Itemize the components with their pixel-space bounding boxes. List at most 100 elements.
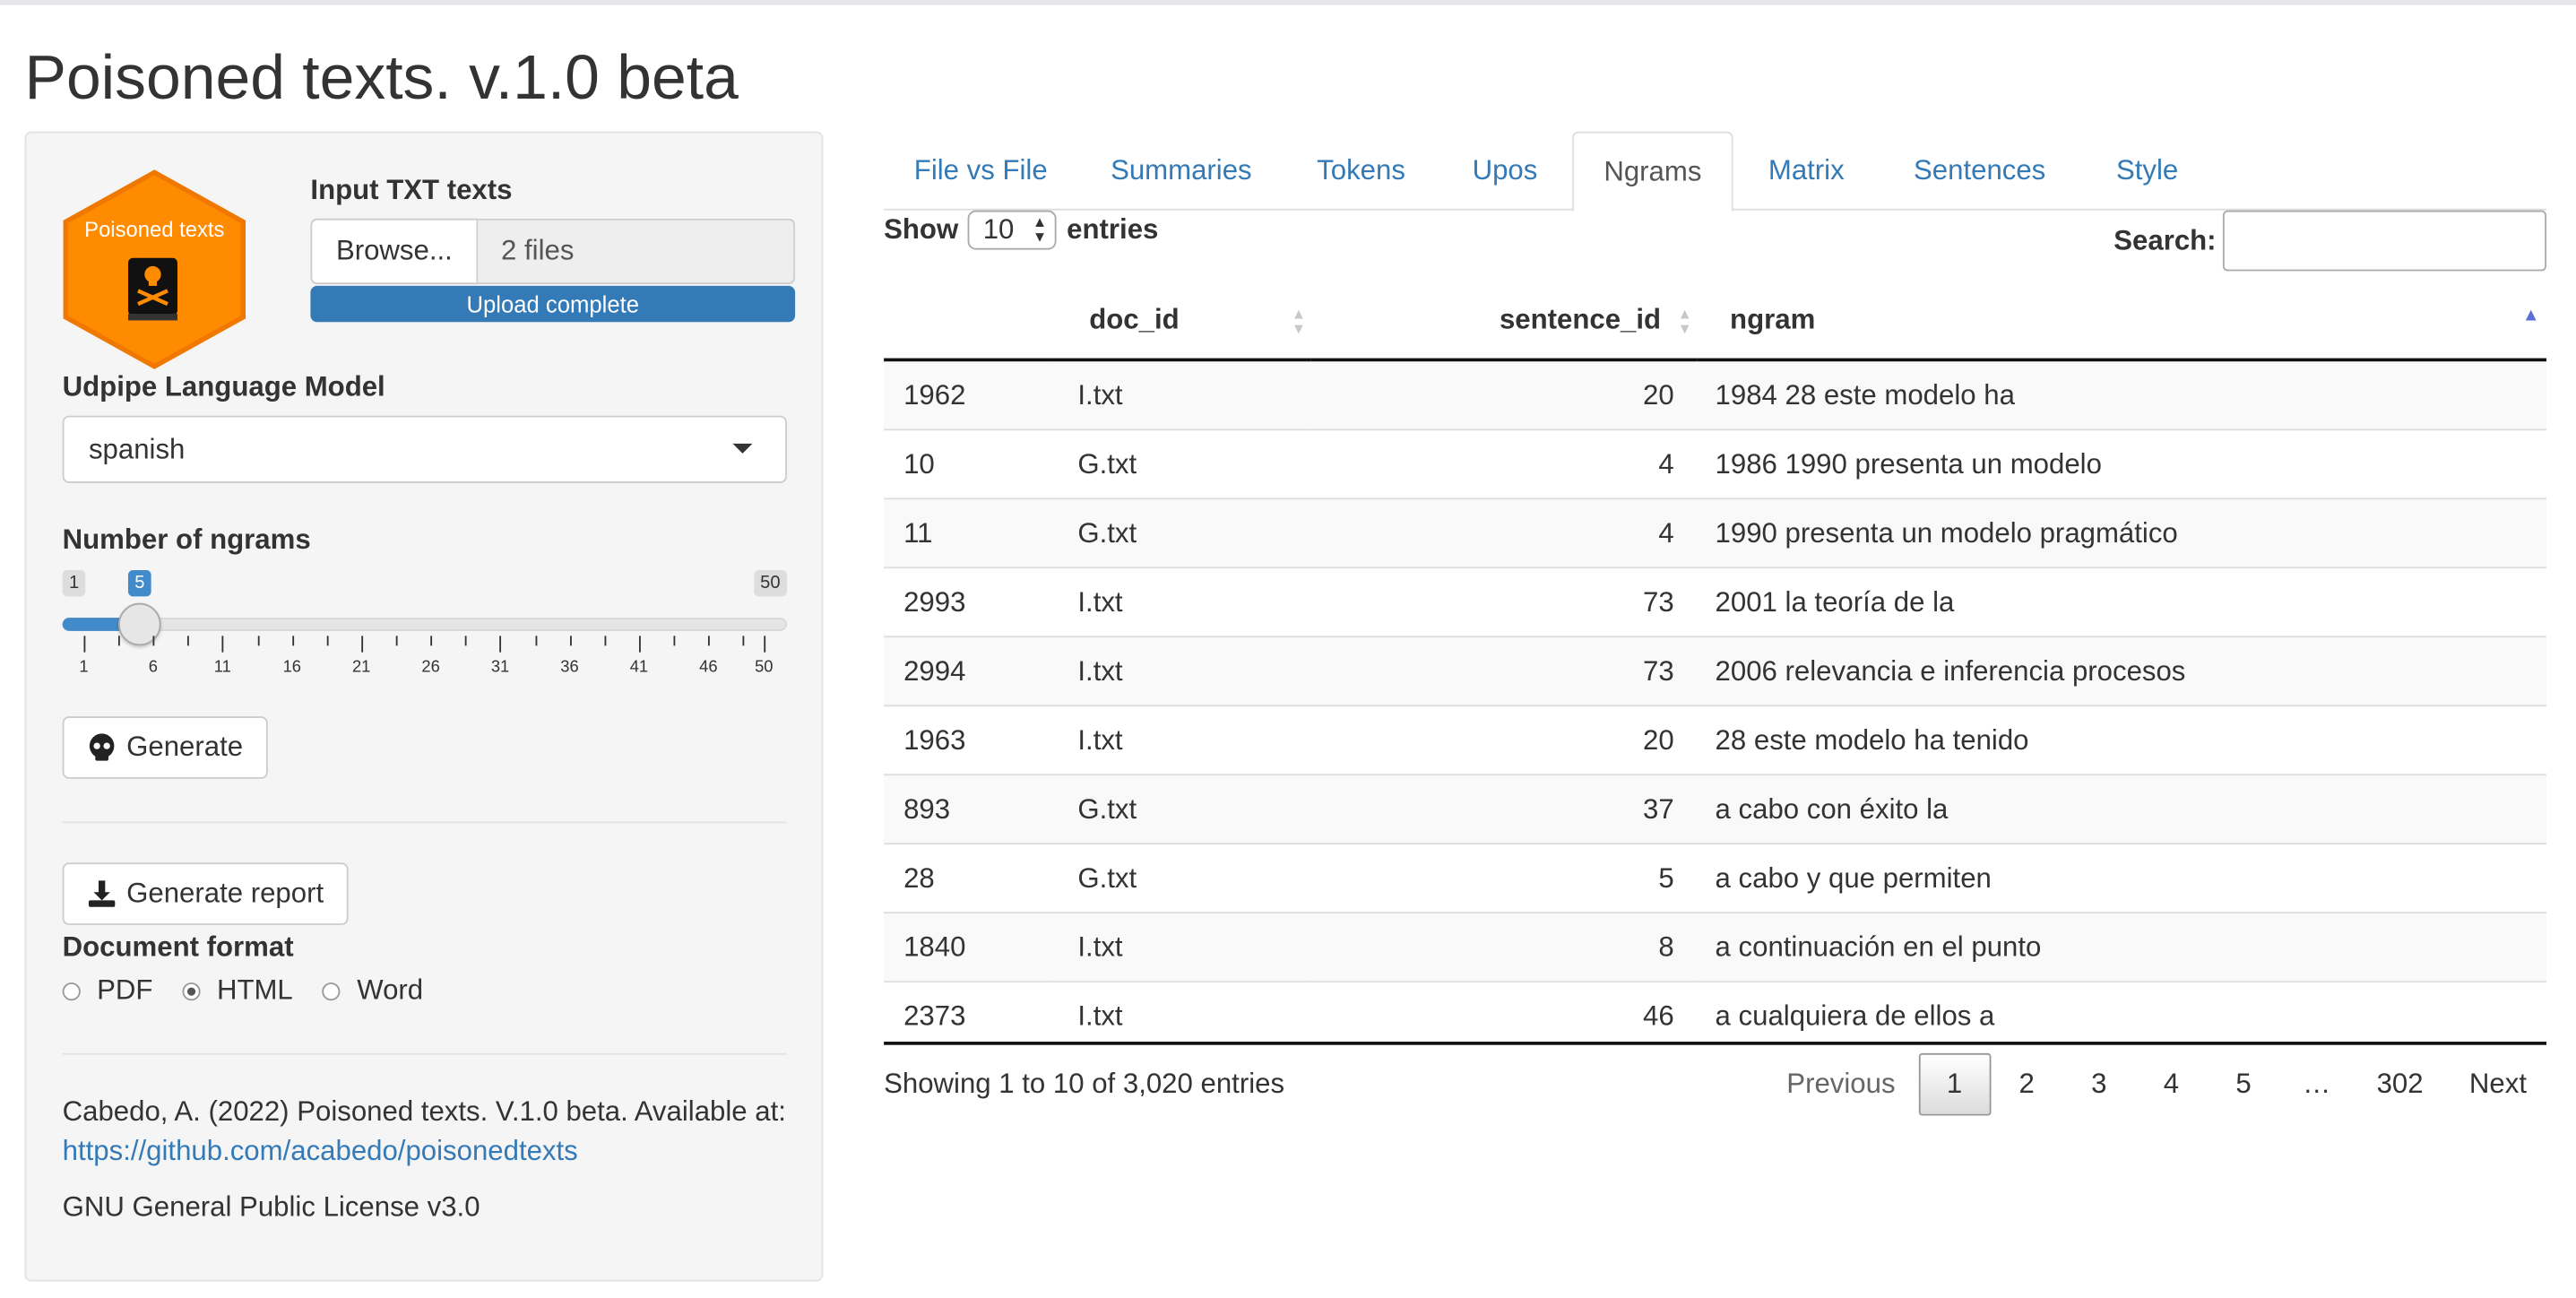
cell-ngram: 28 este modelo ha tenido <box>1697 705 2546 775</box>
table-row[interactable]: 2993 I.txt 73 2001 la teoría de la <box>884 567 2546 637</box>
slider-tick-label: 21 <box>351 658 371 678</box>
table-row[interactable]: 1963 I.txt 20 28 este modelo ha tenido <box>884 705 2546 775</box>
table-row[interactable]: 1962 I.txt 20 1984 28 este modelo ha <box>884 359 2546 430</box>
slider-tick <box>764 636 766 653</box>
entries-label: entries <box>1067 213 1159 246</box>
document-format-label: Document format <box>62 931 294 964</box>
table-body: 1962 I.txt 20 1984 28 este modelo ha 10 G.txt… <box>884 359 2546 1051</box>
slider-tick <box>83 636 86 653</box>
pagination-next[interactable]: Next <box>2446 1053 2549 1116</box>
cell-index: 1963 <box>884 705 1052 775</box>
table-row[interactable]: 893 G.txt 37 a cabo con éxito la <box>884 774 2546 844</box>
cell-sentence-id: 4 <box>1310 498 1698 568</box>
slider-tick <box>291 636 294 646</box>
table-info: Showing 1 to 10 of 3,020 entries <box>884 1068 1285 1100</box>
tab-upos[interactable]: Upos <box>1438 132 1572 211</box>
pagination-page-2[interactable]: 2 <box>1991 1053 2063 1116</box>
slider-max-label: 50 <box>753 570 787 597</box>
tab-matrix[interactable]: Matrix <box>1733 132 1880 211</box>
cell-ngram: 1986 1990 presenta un modelo <box>1697 428 2546 499</box>
cell-index: 1962 <box>884 359 1052 430</box>
slider-track[interactable] <box>62 618 787 631</box>
language-model-value: spanish <box>88 432 186 464</box>
tab-tokens[interactable]: Tokens <box>1284 132 1437 211</box>
cell-doc-id: I.txt <box>1051 705 1311 775</box>
slider-tick <box>430 636 433 646</box>
divider <box>62 821 787 824</box>
tab-style[interactable]: Style <box>2079 132 2214 211</box>
slider-tick-label: 11 <box>213 658 231 678</box>
search-input[interactable] <box>2222 210 2546 272</box>
ngrams-slider[interactable]: 1 5 50 1 6 11 16 21 26 31 36 41 46 50 <box>62 567 787 681</box>
pagination-page-3[interactable]: 3 <box>2062 1053 2135 1116</box>
slider-tick-label: 6 <box>148 658 158 678</box>
radio-word[interactable]: Word <box>322 974 424 1008</box>
radio-circle[interactable] <box>62 982 81 1000</box>
sidebar-panel: Poisoned texts Input TXT texts Browse...… <box>24 131 824 1282</box>
slider-tick <box>708 636 711 646</box>
cell-index: 893 <box>884 774 1052 844</box>
table-row[interactable]: 2373 I.txt 46 a cualquiera de ellos a <box>884 981 2546 1051</box>
slider-tick-label: 36 <box>560 658 579 678</box>
column-header-index[interactable] <box>884 282 1052 362</box>
table-bottom-border <box>884 1042 2546 1045</box>
radio-pdf[interactable]: PDF <box>62 974 153 1008</box>
document-format-radios: PDF HTML Word <box>62 974 424 1008</box>
model-label: Udpipe Language Model <box>62 371 385 403</box>
tab-bar: File vs File Summaries Tokens Upos Ngram… <box>884 131 2546 212</box>
slider-tick-label: 31 <box>490 658 510 678</box>
radio-circle-checked[interactable] <box>182 982 201 1000</box>
column-header-doc-id[interactable]: doc_id ▲ ▼ <box>1051 282 1311 362</box>
generate-report-button[interactable]: Generate report <box>62 862 349 925</box>
tab-file-vs-file[interactable]: File vs File <box>884 132 1077 211</box>
cell-index: 2993 <box>884 567 1052 637</box>
tab-sentences[interactable]: Sentences <box>1880 132 2080 211</box>
column-header-sentence-id[interactable]: sentence_id ▲ ▼ <box>1310 282 1698 362</box>
table-row[interactable]: 28 G.txt 5 a cabo y que permiten <box>884 843 2546 913</box>
pagination-previous[interactable]: Previous <box>1764 1053 1919 1116</box>
cell-sentence-id: 73 <box>1310 567 1698 637</box>
pagination-page-302[interactable]: 302 <box>2354 1053 2446 1116</box>
slider-tick <box>569 636 572 646</box>
slider-tick <box>152 636 155 646</box>
column-header-ngram[interactable]: ngram ▲ <box>1697 282 2546 362</box>
slider-tick <box>500 636 502 653</box>
upload-label: Input TXT texts <box>310 174 513 206</box>
radio-word-label: Word <box>357 974 424 1006</box>
slider-min-label: 1 <box>62 570 86 597</box>
cell-index: 10 <box>884 428 1052 499</box>
table-row[interactable]: 1840 I.txt 8 a continuación en el punto <box>884 912 2546 982</box>
pagination-page-1[interactable]: 1 <box>1918 1052 1991 1116</box>
pagination-page-4[interactable]: 4 <box>2135 1053 2208 1116</box>
updown-icon: ▲ ▼ <box>1032 213 1048 246</box>
slider-tick <box>465 636 468 646</box>
radio-pdf-label: PDF <box>97 974 153 1006</box>
page-length-control: Show 10 ▲ ▼ entries <box>884 210 1159 250</box>
column-header-index-label <box>884 304 903 335</box>
slider-value-label: 5 <box>127 570 151 597</box>
upload-progress-bar: Upload complete <box>310 285 796 323</box>
generate-button[interactable]: Generate <box>62 716 268 779</box>
language-model-select[interactable]: spanish <box>62 415 787 483</box>
browse-button[interactable]: Browse... <box>310 218 479 285</box>
page-length-select[interactable]: 10 ▲ ▼ <box>968 210 1058 250</box>
table-row[interactable]: 11 G.txt 4 1990 presenta un modelo pragmáti… <box>884 498 2546 568</box>
cell-doc-id: I.txt <box>1051 981 1311 1051</box>
pagination-page-5[interactable]: 5 <box>2208 1053 2280 1116</box>
generate-button-label: Generate <box>126 731 244 763</box>
radio-circle[interactable] <box>322 982 341 1000</box>
table-row[interactable]: 10 G.txt 4 1986 1990 presenta un modelo <box>884 428 2546 499</box>
slider-tick <box>604 636 607 646</box>
slider-tick-label: 50 <box>755 658 774 678</box>
radio-html[interactable]: HTML <box>182 974 293 1008</box>
cell-doc-id: G.txt <box>1051 774 1311 844</box>
cell-sentence-id: 5 <box>1310 843 1698 913</box>
table-row[interactable]: 2994 I.txt 73 2006 relevancia e inferencia … <box>884 636 2546 706</box>
sort-icon: ▲ ▼ <box>1677 305 1692 337</box>
github-link[interactable]: https://github.com/acabedo/poisonedtexts <box>63 1136 578 1167</box>
tab-ngrams[interactable]: Ngrams <box>1572 131 1733 212</box>
cell-index: 1840 <box>884 912 1052 982</box>
slider-tick <box>673 636 676 646</box>
tab-summaries[interactable]: Summaries <box>1077 132 1284 211</box>
page-title: Poisoned texts. v.1.0 beta <box>24 44 739 114</box>
